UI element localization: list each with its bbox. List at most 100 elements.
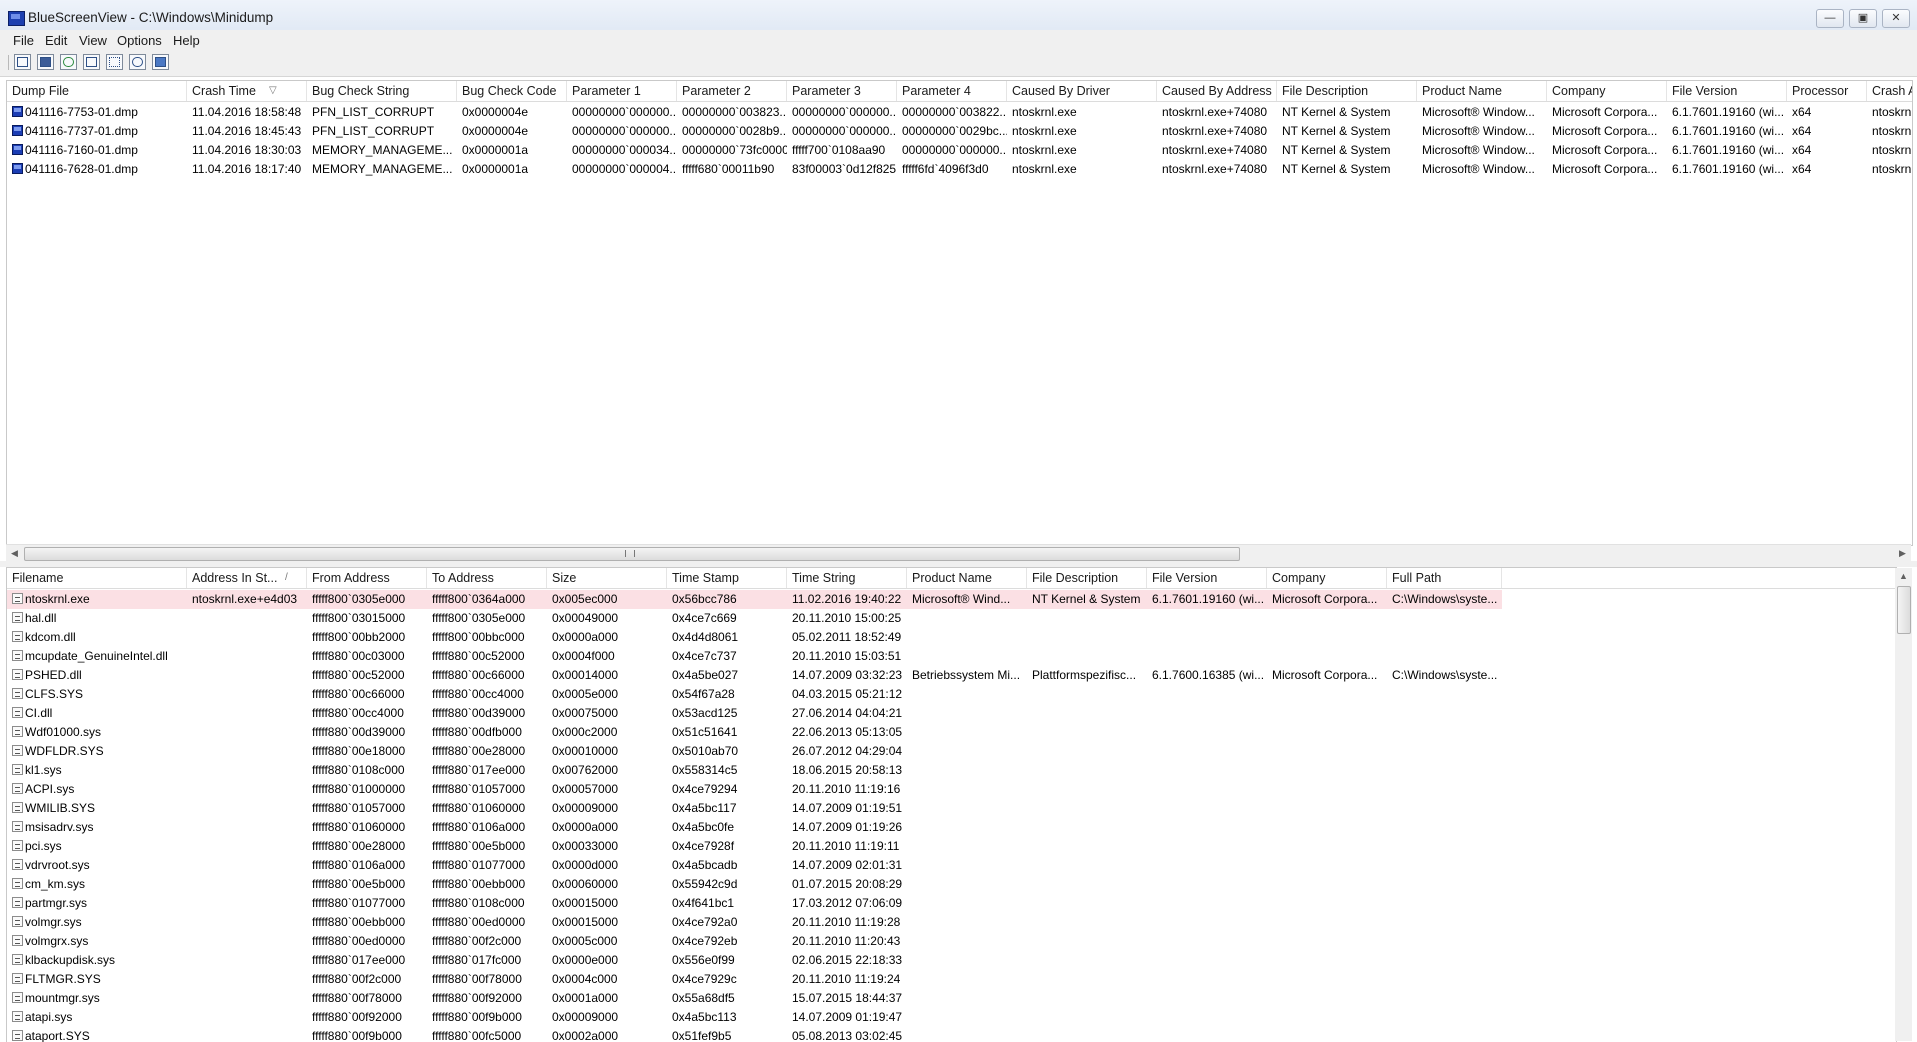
- column-header-time-string[interactable]: Time String: [787, 568, 907, 588]
- driver-row[interactable]: kdcom.dll fffff800`00bb2000 fffff800`00bbc…: [7, 628, 1502, 647]
- table-cell: 0x00015000: [552, 915, 619, 929]
- column-header-file-description[interactable]: File Description: [1277, 81, 1417, 101]
- column-header-file-version[interactable]: File Version: [1667, 81, 1787, 101]
- column-header-file-version[interactable]: File Version: [1147, 568, 1267, 588]
- menu-edit[interactable]: Edit: [45, 33, 67, 48]
- column-header-address-in-stack[interactable]: Address In St... /: [187, 568, 307, 588]
- driver-row[interactable]: klbackupdisk.sys fffff880`017ee000 fffff88…: [7, 951, 1502, 970]
- column-header-parameter-4[interactable]: Parameter 4: [897, 81, 1007, 101]
- crash-dump-list[interactable]: Dump File Crash Time ▽ Bug Check String …: [6, 80, 1913, 546]
- driver-row[interactable]: PSHED.dll fffff880`00c52000 fffff880`00c66…: [7, 666, 1502, 685]
- driver-row[interactable]: ataport.SYS fffff880`00f9b000 fffff880`00f…: [7, 1027, 1502, 1042]
- menu-view[interactable]: View: [79, 33, 107, 48]
- driver-row[interactable]: WMILIB.SYS fffff880`01057000 fffff880`0106…: [7, 799, 1502, 818]
- loaded-drivers-list[interactable]: Filename Address In St... / From Address…: [6, 567, 1897, 1042]
- table-cell: fffff880`0108c000: [432, 896, 525, 910]
- table-cell: [187, 647, 307, 666]
- dump-row[interactable]: 041116-7628-01.dmp 11.04.2016 18:17:40 MEM…: [7, 160, 1912, 179]
- column-header-filename[interactable]: Filename: [7, 568, 187, 588]
- driver-row[interactable]: msisadrv.sys fffff880`01060000 fffff880`01…: [7, 818, 1502, 837]
- menu-options[interactable]: Options: [117, 33, 162, 48]
- column-header-caused-by-address[interactable]: Caused By Address: [1157, 81, 1277, 101]
- driver-row[interactable]: mcupdate_GenuineIntel.dll fffff880`00c030…: [7, 647, 1502, 666]
- driver-row[interactable]: mountmgr.sys fffff880`00f78000 fffff880`00…: [7, 989, 1502, 1008]
- column-header-processor[interactable]: Processor: [1787, 81, 1867, 101]
- vertical-scrollbar[interactable]: ▲: [1895, 568, 1912, 1041]
- column-header-file-description[interactable]: File Description: [1027, 568, 1147, 588]
- column-header-parameter-3[interactable]: Parameter 3: [787, 81, 897, 101]
- column-header-caused-by-driver[interactable]: Caused By Driver: [1007, 81, 1157, 101]
- table-cell: WMILIB.SYS: [25, 801, 96, 815]
- scroll-up-arrow-icon[interactable]: ▲: [1895, 568, 1912, 585]
- driver-row[interactable]: WDFLDR.SYS fffff880`00e18000 fffff880`00e2…: [7, 742, 1502, 761]
- driver-row[interactable]: cm_km.sys fffff880`00e5b000 fffff880`00ebb…: [7, 875, 1502, 894]
- column-header-time-stamp[interactable]: Time Stamp: [667, 568, 787, 588]
- exit-icon[interactable]: [152, 54, 169, 70]
- table-cell: Microsoft Corpora...: [1552, 124, 1658, 138]
- column-header-company[interactable]: Company: [1267, 568, 1387, 588]
- column-header-bug-check-string[interactable]: Bug Check String: [307, 81, 457, 101]
- scroll-left-arrow-icon[interactable]: ◀: [6, 545, 23, 562]
- menu-help[interactable]: Help: [173, 33, 200, 48]
- driver-row[interactable]: Wdf01000.sys fffff880`00d39000 fffff880`00…: [7, 723, 1502, 742]
- scroll-grip: [625, 550, 635, 557]
- table-cell: fffff880`01077000: [312, 896, 406, 910]
- table-cell: [1147, 894, 1267, 913]
- copy-icon[interactable]: [83, 54, 100, 70]
- table-cell: [1027, 875, 1147, 894]
- html-report-all-icon[interactable]: [14, 54, 31, 70]
- table-cell: 20.11.2010 11:19:28: [792, 915, 901, 929]
- vertical-scroll-thumb[interactable]: [1897, 586, 1911, 634]
- table-cell: PSHED.dll: [25, 668, 82, 682]
- scroll-right-arrow-icon[interactable]: ▶: [1894, 545, 1911, 562]
- column-header-full-path[interactable]: Full Path: [1387, 568, 1502, 588]
- refresh-icon[interactable]: [60, 54, 77, 70]
- save-icon[interactable]: [37, 54, 54, 70]
- close-button[interactable]: ✕: [1882, 9, 1910, 28]
- driver-row[interactable]: CI.dll fffff880`00cc4000 fffff880`00d39000…: [7, 704, 1502, 723]
- table-cell: [1267, 647, 1387, 666]
- horizontal-scrollbar[interactable]: ◀ ▶: [6, 544, 1911, 562]
- driver-row[interactable]: partmgr.sys fffff880`01077000 fffff880`010…: [7, 894, 1502, 913]
- driver-row[interactable]: ACPI.sys fffff880`01000000 fffff880`010570…: [7, 780, 1502, 799]
- driver-row[interactable]: volmgr.sys fffff880`00ebb000 fffff880`00ed…: [7, 913, 1502, 932]
- driver-row[interactable]: hal.dll fffff800`03015000 fffff800`0305e00…: [7, 609, 1502, 628]
- find-icon[interactable]: [129, 54, 146, 70]
- table-cell: ntoskrnl.exe+74080: [1162, 143, 1268, 157]
- column-header-product-name[interactable]: Product Name: [907, 568, 1027, 588]
- maximize-button[interactable]: ▣: [1849, 9, 1877, 28]
- driver-row[interactable]: vdrvroot.sys fffff880`0106a000 fffff880`01…: [7, 856, 1502, 875]
- column-header-dump-file[interactable]: Dump File: [7, 81, 187, 101]
- table-cell: [907, 742, 1027, 761]
- table-cell: 0x0000e000: [552, 953, 619, 967]
- table-cell: vdrvroot.sys: [25, 858, 90, 872]
- dump-row[interactable]: 041116-7753-01.dmp 11.04.2016 18:58:48 PFN…: [7, 103, 1912, 122]
- menu-file[interactable]: File: [13, 33, 34, 48]
- column-header-from-address[interactable]: From Address: [307, 568, 427, 588]
- minimize-button[interactable]: —: [1816, 9, 1844, 28]
- properties-icon[interactable]: [106, 54, 123, 70]
- horizontal-scroll-thumb[interactable]: [24, 547, 1240, 561]
- column-header-crash-address[interactable]: Crash A: [1867, 81, 1912, 101]
- dump-row[interactable]: 041116-7160-01.dmp 11.04.2016 18:30:03 MEM…: [7, 141, 1912, 160]
- column-header-crash-time[interactable]: Crash Time ▽: [187, 81, 307, 101]
- driver-row[interactable]: kl1.sys fffff880`0108c000 fffff880`017ee00…: [7, 761, 1502, 780]
- table-cell: Microsoft Corpora...: [1552, 143, 1658, 157]
- driver-row[interactable]: pci.sys fffff880`00e28000 fffff880`00e5b00…: [7, 837, 1502, 856]
- driver-row[interactable]: volmgrx.sys fffff880`00ed0000 fffff880`00f…: [7, 932, 1502, 951]
- column-header-product-name[interactable]: Product Name: [1417, 81, 1547, 101]
- driver-row[interactable]: atapi.sys fffff880`00f92000 fffff880`00f9b…: [7, 1008, 1502, 1027]
- dump-row[interactable]: 041116-7737-01.dmp 11.04.2016 18:45:43 PFN…: [7, 122, 1912, 141]
- driver-row[interactable]: ntoskrnl.exe ntoskrnl.exe+e4d03 fffff800`0…: [7, 590, 1502, 609]
- column-header-to-address[interactable]: To Address: [427, 568, 547, 588]
- table-cell: [1387, 913, 1502, 932]
- driver-row[interactable]: FLTMGR.SYS fffff880`00f2c000 fffff880`00f7…: [7, 970, 1502, 989]
- driver-row[interactable]: CLFS.SYS fffff880`00c66000 fffff880`00cc40…: [7, 685, 1502, 704]
- column-header-size[interactable]: Size: [547, 568, 667, 588]
- column-header-company[interactable]: Company: [1547, 81, 1667, 101]
- table-cell: 0x0000001a: [462, 162, 529, 176]
- column-header-parameter-2[interactable]: Parameter 2: [677, 81, 787, 101]
- column-header-bug-check-code[interactable]: Bug Check Code: [457, 81, 567, 101]
- table-cell: fffff880`017fc000: [432, 953, 522, 967]
- column-header-parameter-1[interactable]: Parameter 1: [567, 81, 677, 101]
